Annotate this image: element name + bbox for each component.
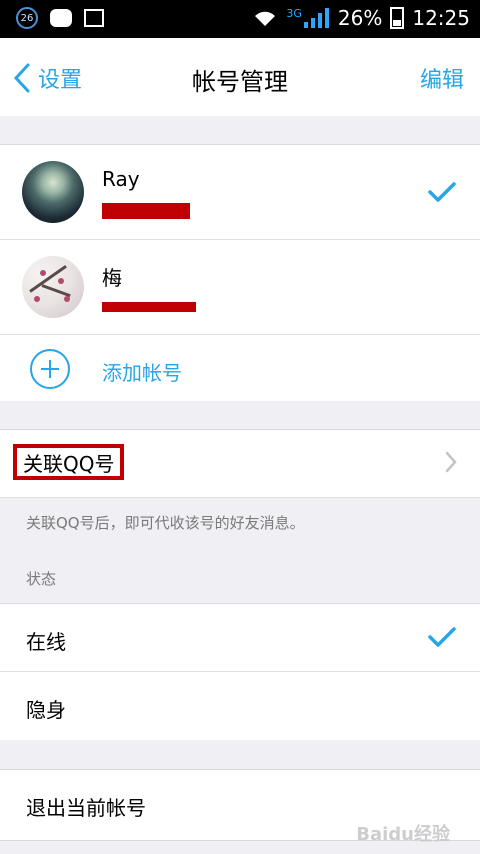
- status-section-label: 状态: [26, 570, 57, 588]
- image-icon: [84, 9, 104, 27]
- status-bar: 26 3G 26% 12:25: [0, 0, 480, 38]
- link-qq-hint: 关联QQ号后，即可代收该号的好友消息。: [26, 514, 305, 532]
- battery-icon: [390, 7, 405, 29]
- status-option-label: 在线: [26, 630, 66, 654]
- avatar: [22, 161, 84, 223]
- signal-icon: [303, 8, 329, 28]
- add-account-label: 添加帐号: [102, 361, 182, 385]
- link-qq-label: 关联QQ号: [13, 444, 125, 480]
- add-account-row[interactable]: 添加帐号: [0, 335, 480, 401]
- network-type: 3G: [286, 6, 302, 20]
- redacted-account-id: [102, 203, 190, 219]
- wifi-icon: [255, 11, 276, 26]
- watermark-logo: Baidu经验: [356, 824, 450, 845]
- checkmark-icon: [428, 181, 456, 207]
- chevron-right-icon: [445, 451, 457, 473]
- edit-button[interactable]: 编辑: [420, 62, 464, 94]
- link-qq-row[interactable]: 关联QQ号: [0, 429, 480, 498]
- clock: 12:25: [412, 6, 470, 30]
- notification-count-icon: 26: [16, 7, 38, 29]
- battery-percent: 26%: [337, 6, 383, 30]
- account-row-1[interactable]: Ray: [0, 145, 480, 239]
- nav-header: 设置 帐号管理 编辑: [0, 38, 480, 116]
- status-bar-right: 3G 26% 12:25: [252, 6, 470, 30]
- logout-label: 退出当前帐号: [26, 796, 146, 820]
- page-title: 帐号管理: [192, 68, 288, 96]
- status-options: 在线 隐身: [0, 603, 480, 740]
- status-bar-left: 26: [16, 7, 104, 29]
- account-name: Ray: [102, 167, 140, 191]
- checkmark-icon: [428, 626, 456, 652]
- status-option-label: 隐身: [26, 698, 66, 722]
- accounts-list: Ray 梅 添加帐号: [0, 144, 480, 401]
- add-circle-icon: [30, 349, 70, 389]
- account-name: 梅: [102, 266, 122, 290]
- status-option-online[interactable]: 在线: [0, 604, 480, 671]
- status-option-invisible[interactable]: 隐身: [0, 672, 480, 740]
- avatar: [22, 256, 84, 318]
- redacted-account-id: [102, 302, 196, 312]
- wechat-icon: [50, 9, 72, 27]
- account-row-2[interactable]: 梅: [0, 240, 480, 334]
